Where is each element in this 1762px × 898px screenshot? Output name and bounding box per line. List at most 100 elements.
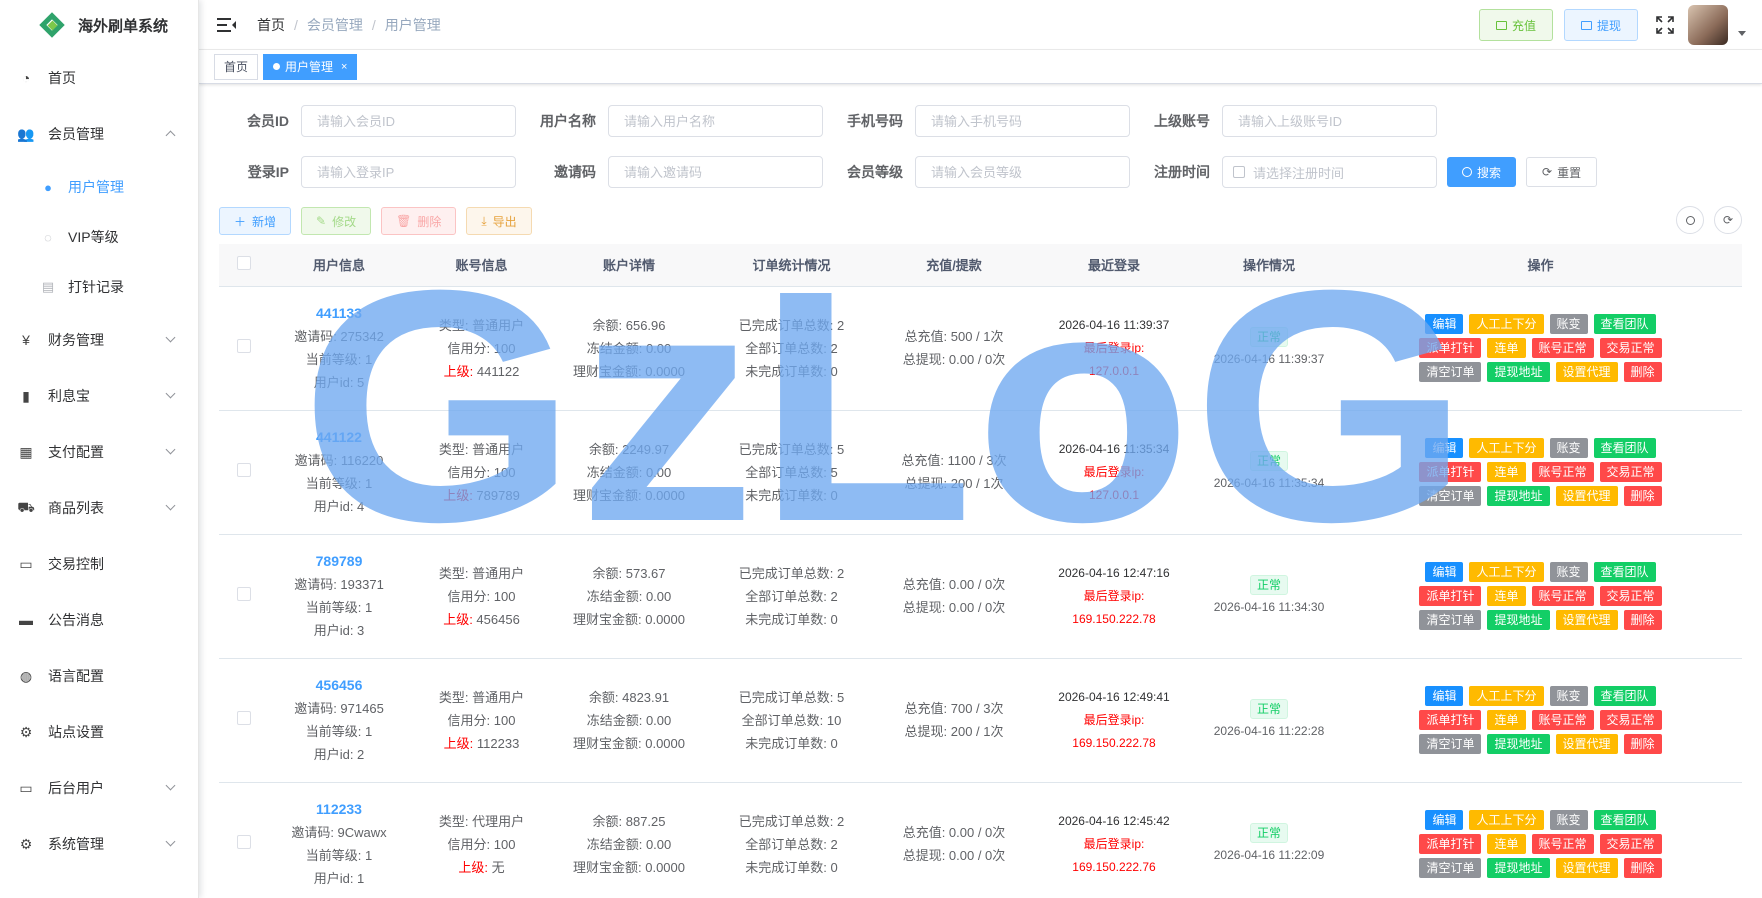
- set-agent-button[interactable]: 设置代理: [1555, 362, 1618, 382]
- select-all-checkbox[interactable]: [237, 256, 251, 271]
- trade-status-button[interactable]: 交易正常: [1599, 338, 1662, 358]
- trade-status-button[interactable]: 交易正常: [1599, 586, 1662, 606]
- withdraw-address-button[interactable]: 提现地址: [1487, 610, 1550, 630]
- delete-row-button[interactable]: 删除: [1623, 734, 1662, 754]
- search-button[interactable]: 搜索: [1447, 157, 1517, 187]
- withdraw-address-button[interactable]: 提现地址: [1487, 734, 1550, 754]
- user-id-link[interactable]: 456456: [269, 674, 409, 697]
- sidebar-item-7[interactable]: ▬ 公告消息: [0, 592, 198, 648]
- balance-log-button[interactable]: 账变: [1549, 438, 1588, 458]
- balance-log-button[interactable]: 账变: [1549, 810, 1588, 830]
- invite-input[interactable]: [608, 156, 823, 188]
- trade-status-button[interactable]: 交易正常: [1599, 462, 1662, 482]
- sidebar-item-5[interactable]: ⛟ 商品列表: [0, 480, 198, 536]
- trade-status-button[interactable]: 交易正常: [1599, 834, 1662, 854]
- set-agent-button[interactable]: 设置代理: [1555, 610, 1618, 630]
- manual-balance-button[interactable]: 人工上下分: [1469, 686, 1544, 706]
- add-button[interactable]: ＋ 新增: [219, 207, 292, 235]
- phone-input[interactable]: [915, 105, 1130, 137]
- delete-row-button[interactable]: 删除: [1623, 486, 1662, 506]
- sidebar-item-8[interactable]: ◍ 语言配置: [0, 648, 198, 704]
- row-checkbox[interactable]: [237, 586, 251, 601]
- sidebar-item-4[interactable]: ▦ 支付配置: [0, 424, 198, 480]
- account-status-button[interactable]: 账号正常: [1531, 462, 1594, 482]
- breadcrumb-home[interactable]: 首页: [257, 15, 285, 35]
- manual-balance-button[interactable]: 人工上下分: [1469, 314, 1544, 334]
- balance-log-button[interactable]: 账变: [1549, 562, 1588, 582]
- chevron-down-icon[interactable]: [1738, 30, 1746, 36]
- dispatch-order-button[interactable]: 派单打针: [1419, 462, 1482, 482]
- export-button[interactable]: ⤓ 导出: [466, 207, 532, 235]
- tag-home[interactable]: 首页: [214, 53, 259, 80]
- delete-row-button[interactable]: 删除: [1623, 610, 1662, 630]
- view-team-button[interactable]: 查看团队: [1593, 562, 1656, 582]
- view-team-button[interactable]: 查看团队: [1593, 438, 1656, 458]
- clear-orders-button[interactable]: 清空订单: [1419, 610, 1482, 630]
- sidebar-subitem-1[interactable]: ◌ VIP等级: [0, 212, 198, 262]
- withdraw-address-button[interactable]: 提现地址: [1487, 362, 1550, 382]
- sidebar-item-11[interactable]: ⚙ 系统管理: [0, 816, 198, 872]
- delete-button[interactable]: 🗑 删除: [381, 207, 457, 235]
- fullscreen-icon[interactable]: [1656, 16, 1674, 34]
- avatar[interactable]: [1688, 5, 1728, 45]
- sidebar-subitem-0[interactable]: ● 用户管理: [0, 162, 198, 212]
- trade-status-button[interactable]: 交易正常: [1599, 710, 1662, 730]
- dispatch-order-button[interactable]: 派单打针: [1419, 586, 1482, 606]
- logo[interactable]: 海外刷单系统: [0, 0, 198, 50]
- balance-log-button[interactable]: 账变: [1549, 314, 1588, 334]
- reg-time-picker[interactable]: 请选择注册时间: [1222, 156, 1437, 188]
- dispatch-order-button[interactable]: 派单打针: [1419, 710, 1482, 730]
- row-checkbox[interactable]: [237, 462, 251, 477]
- set-agent-button[interactable]: 设置代理: [1555, 858, 1618, 878]
- sidebar-item-1[interactable]: 👥 会员管理: [0, 106, 198, 162]
- account-status-button[interactable]: 账号正常: [1531, 338, 1594, 358]
- clear-orders-button[interactable]: 清空订单: [1419, 858, 1482, 878]
- clear-orders-button[interactable]: 清空订单: [1419, 362, 1482, 382]
- chain-order-button[interactable]: 连单: [1487, 834, 1526, 854]
- refresh-button[interactable]: ⟳: [1714, 206, 1742, 234]
- withdraw-button[interactable]: 提现: [1563, 9, 1638, 41]
- sidebar-item-0[interactable]: ◔ 首页: [0, 50, 198, 106]
- row-checkbox[interactable]: [237, 834, 251, 849]
- user-id-link[interactable]: 441133: [269, 302, 409, 325]
- clear-orders-button[interactable]: 清空订单: [1419, 486, 1482, 506]
- member-id-input[interactable]: [301, 105, 516, 137]
- account-status-button[interactable]: 账号正常: [1531, 586, 1594, 606]
- edit-row-button[interactable]: 编辑: [1425, 314, 1464, 334]
- set-agent-button[interactable]: 设置代理: [1555, 486, 1618, 506]
- manual-balance-button[interactable]: 人工上下分: [1469, 810, 1544, 830]
- sidebar-subitem-2[interactable]: ▤ 打针记录: [0, 262, 198, 312]
- dispatch-order-button[interactable]: 派单打针: [1419, 834, 1482, 854]
- withdraw-address-button[interactable]: 提现地址: [1487, 858, 1550, 878]
- manual-balance-button[interactable]: 人工上下分: [1469, 438, 1544, 458]
- user-id-link[interactable]: 112233: [269, 798, 409, 821]
- breadcrumb-member[interactable]: 会员管理: [307, 15, 363, 35]
- reset-button[interactable]: ⟳ 重置: [1526, 157, 1598, 187]
- manual-balance-button[interactable]: 人工上下分: [1469, 562, 1544, 582]
- tag-user-management[interactable]: 用户管理 ×: [263, 53, 358, 80]
- account-status-button[interactable]: 账号正常: [1531, 834, 1594, 854]
- user-id-link[interactable]: 441122: [269, 426, 409, 449]
- row-checkbox[interactable]: [237, 338, 251, 353]
- sidebar-item-9[interactable]: ⚙ 站点设置: [0, 704, 198, 760]
- view-team-button[interactable]: 查看团队: [1593, 314, 1656, 334]
- chain-order-button[interactable]: 连单: [1487, 710, 1526, 730]
- dispatch-order-button[interactable]: 派单打针: [1419, 338, 1482, 358]
- view-team-button[interactable]: 查看团队: [1593, 686, 1656, 706]
- sidebar-item-2[interactable]: ¥ 财务管理: [0, 312, 198, 368]
- level-input[interactable]: [915, 156, 1130, 188]
- sidebar-item-10[interactable]: ▭ 后台用户: [0, 760, 198, 816]
- chain-order-button[interactable]: 连单: [1487, 462, 1526, 482]
- account-status-button[interactable]: 账号正常: [1531, 710, 1594, 730]
- edit-button[interactable]: ✎ 修改: [301, 207, 372, 235]
- recharge-button[interactable]: 充值: [1478, 9, 1553, 41]
- chain-order-button[interactable]: 连单: [1487, 338, 1526, 358]
- clear-orders-button[interactable]: 清空订单: [1419, 734, 1482, 754]
- chain-order-button[interactable]: 连单: [1487, 586, 1526, 606]
- login-ip-input[interactable]: [301, 156, 516, 188]
- balance-log-button[interactable]: 账变: [1549, 686, 1588, 706]
- hamburger-icon[interactable]: [217, 17, 236, 32]
- edit-row-button[interactable]: 编辑: [1425, 438, 1464, 458]
- set-agent-button[interactable]: 设置代理: [1555, 734, 1618, 754]
- sidebar-item-6[interactable]: ▭ 交易控制: [0, 536, 198, 592]
